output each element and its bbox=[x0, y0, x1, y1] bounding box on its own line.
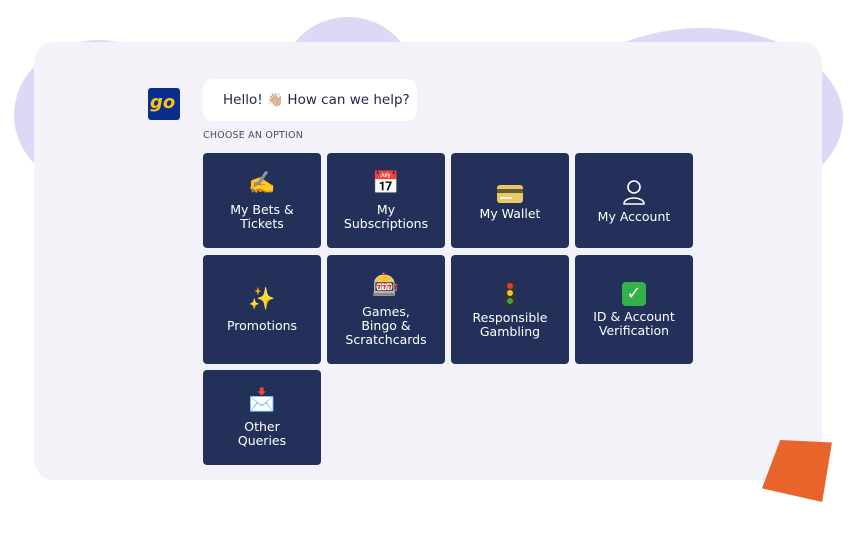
option-label: My Bets & Tickets bbox=[230, 201, 294, 231]
greeting-bubble: Hello! 👋🏼 How can we help? bbox=[203, 79, 417, 121]
option-label: Other Queries bbox=[237, 418, 287, 448]
option-label: My Account bbox=[597, 208, 671, 224]
option-responsible-gambling[interactable]: Responsible Gambling bbox=[451, 255, 569, 364]
option-other-queries[interactable]: 📩 Other Queries bbox=[203, 370, 321, 465]
option-my-wallet[interactable]: My Wallet bbox=[451, 153, 569, 248]
option-label: My Wallet bbox=[479, 205, 541, 221]
option-games-bingo-scratchcards[interactable]: 🎰 Games, Bingo & Scratchcards bbox=[327, 255, 445, 364]
option-label: Games, Bingo & Scratchcards bbox=[345, 303, 427, 347]
option-label: My Subscriptions bbox=[343, 201, 429, 231]
brand-logo: go bbox=[148, 88, 180, 120]
option-my-subscriptions[interactable]: 📅 My Subscriptions bbox=[327, 153, 445, 248]
calendar-icon: 📅 bbox=[372, 170, 400, 196]
option-id-account-verification[interactable]: ✓ ID & Account Verification bbox=[575, 255, 693, 364]
user-icon bbox=[623, 179, 645, 205]
choose-option-label: CHOOSE AN OPTION bbox=[203, 130, 304, 141]
writing-hand-icon: ✍️ bbox=[248, 170, 276, 196]
option-label: ID & Account Verification bbox=[593, 308, 675, 338]
greeting-hello: Hello! bbox=[223, 92, 263, 108]
greeting-question: How can we help? bbox=[287, 92, 410, 108]
check-mark-icon: ✓ bbox=[622, 281, 646, 306]
option-my-account[interactable]: My Account bbox=[575, 153, 693, 248]
option-label: Responsible Gambling bbox=[472, 309, 548, 339]
envelope-icon: 📩 bbox=[248, 387, 276, 413]
slot-machine-icon: 🎰 bbox=[372, 272, 400, 298]
credit-card-icon bbox=[497, 184, 523, 203]
option-my-bets-tickets[interactable]: ✍️ My Bets & Tickets bbox=[203, 153, 321, 248]
option-promotions[interactable]: ✨ Promotions bbox=[203, 255, 321, 364]
logo-text: go bbox=[150, 92, 176, 113]
option-label: Promotions bbox=[226, 317, 298, 333]
traffic-light-icon bbox=[504, 280, 516, 307]
sparkles-icon: ✨ bbox=[248, 286, 276, 312]
waving-hand-icon: 👋🏼 bbox=[266, 93, 284, 108]
